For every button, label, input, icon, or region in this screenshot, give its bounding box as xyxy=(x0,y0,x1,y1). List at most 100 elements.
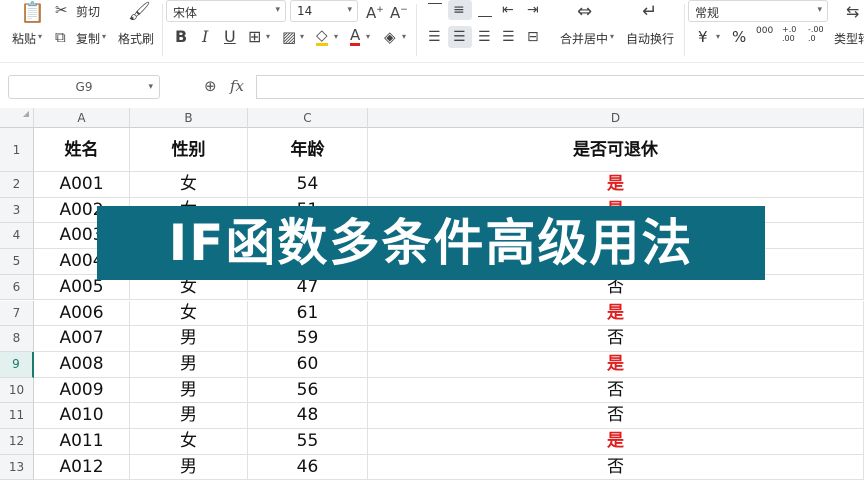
row-header[interactable]: 10 xyxy=(0,377,34,404)
table-cell-c[interactable]: 46 xyxy=(248,454,368,481)
table-cell-b[interactable]: 男 xyxy=(130,326,248,352)
font-size-select[interactable]: 14 ▾ xyxy=(290,0,358,22)
merge-cells-icon: ⇔ xyxy=(577,1,593,22)
table-cell-c[interactable]: 61 xyxy=(248,300,368,327)
justify-icon[interactable]: ☰ xyxy=(502,29,515,45)
table-cell-a[interactable]: A001 xyxy=(34,172,130,198)
table-cell-a[interactable]: A007 xyxy=(34,326,130,352)
column-header-a[interactable]: A xyxy=(34,108,130,128)
table-cell-b[interactable]: 女 xyxy=(130,429,248,455)
table-cell-b[interactable]: 男 xyxy=(130,454,248,481)
table-cell-b[interactable]: 男 xyxy=(130,403,248,429)
table-cell-b[interactable]: 男 xyxy=(130,377,248,404)
thousands-separator-button[interactable]: 000 xyxy=(756,27,773,36)
currency-caret-icon[interactable]: ▾ xyxy=(716,32,720,41)
row-header[interactable]: 7 xyxy=(0,300,34,327)
font-name-select[interactable]: 宋体 ▾ xyxy=(166,0,286,22)
fill-color-caret-icon[interactable]: ▾ xyxy=(334,32,338,41)
font-color-caret-icon[interactable]: ▾ xyxy=(366,32,370,41)
shrink-font-icon[interactable]: A− xyxy=(390,2,408,21)
align-right-icon[interactable]: ☰ xyxy=(478,29,491,45)
decrease-indent-icon[interactable]: ⇤ xyxy=(502,2,514,18)
table-cell-d[interactable]: 是 xyxy=(368,429,864,455)
font-size-value: 14 xyxy=(297,4,313,18)
name-box[interactable]: G9 ▾ xyxy=(8,75,160,99)
select-all-corner[interactable]: ◢ xyxy=(0,108,34,128)
chevron-down-icon: ▾ xyxy=(347,5,352,15)
row-header[interactable]: 8 xyxy=(0,326,34,352)
table-cell-d[interactable]: 是 xyxy=(368,172,864,198)
border-icon[interactable]: ⊞ xyxy=(248,29,261,45)
row-header[interactable]: 2 xyxy=(0,172,34,198)
column-header-d[interactable]: D xyxy=(368,108,864,128)
border-caret-icon[interactable]: ▾ xyxy=(266,32,270,41)
row-header[interactable]: 5 xyxy=(0,249,34,275)
table-cell-a[interactable]: A006 xyxy=(34,300,130,327)
row-header[interactable]: 11 xyxy=(0,403,34,429)
row-header[interactable]: 9 xyxy=(0,351,34,378)
ribbon-divider xyxy=(162,4,163,56)
fill-pattern-caret-icon[interactable]: ▾ xyxy=(300,32,304,41)
header-cell-c[interactable]: 年龄 xyxy=(248,128,368,172)
row-header[interactable]: 3 xyxy=(0,197,34,224)
table-cell-c[interactable]: 55 xyxy=(248,429,368,455)
table-cell-c[interactable]: 56 xyxy=(248,377,368,404)
distributed-align-icon[interactable]: ⊟ xyxy=(527,29,539,45)
eraser-caret-icon[interactable]: ▾ xyxy=(402,32,406,41)
grow-font-icon[interactable]: A+ xyxy=(366,2,384,21)
align-center-icon[interactable]: ☰ xyxy=(453,29,466,45)
table-cell-a[interactable]: A010 xyxy=(34,403,130,429)
table-cell-d[interactable]: 是 xyxy=(368,351,864,378)
eraser-icon[interactable]: ◈ xyxy=(384,29,396,45)
table-cell-c[interactable]: 48 xyxy=(248,403,368,429)
align-left-icon[interactable]: ☰ xyxy=(428,29,441,45)
percent-button[interactable]: % xyxy=(732,28,746,46)
zoom-search-icon[interactable]: ⊕ xyxy=(204,78,217,94)
increase-decimal-button[interactable]: +.0 .00 xyxy=(782,25,802,43)
table-cell-c[interactable]: 60 xyxy=(248,351,368,378)
decrease-decimal-button[interactable]: -.00 .0 xyxy=(808,25,828,43)
table-cell-a[interactable]: A011 xyxy=(34,429,130,455)
table-cell-d[interactable]: 是 xyxy=(368,300,864,327)
align-top-icon[interactable]: ⎺ xyxy=(428,2,442,18)
row-header[interactable]: 13 xyxy=(0,454,34,481)
table-cell-d[interactable]: 否 xyxy=(368,403,864,429)
table-cell-b[interactable]: 女 xyxy=(130,172,248,198)
row-header[interactable]: 1 xyxy=(0,128,34,172)
table-cell-d[interactable]: 否 xyxy=(368,326,864,352)
wrap-text-label: 自动换行 xyxy=(626,32,675,46)
header-cell-d[interactable]: 是否可退休 xyxy=(368,128,864,172)
row-header[interactable]: 6 xyxy=(0,274,34,301)
underline-icon[interactable]: U xyxy=(224,29,236,45)
table-cell-a[interactable]: A008 xyxy=(34,351,130,378)
table-cell-c[interactable]: 59 xyxy=(248,326,368,352)
currency-button[interactable]: ¥ xyxy=(698,28,708,46)
table-cell-b[interactable]: 女 xyxy=(130,300,248,327)
row-header[interactable]: 12 xyxy=(0,429,34,455)
formula-input[interactable] xyxy=(256,75,864,99)
font-color-icon[interactable]: A xyxy=(350,27,361,46)
bold-icon[interactable]: B xyxy=(175,29,187,45)
fill-pattern-icon[interactable]: ▨ xyxy=(282,29,296,45)
header-cell-b[interactable]: 性别 xyxy=(130,128,248,172)
italic-icon[interactable]: I xyxy=(202,29,208,45)
table-cell-b[interactable]: 男 xyxy=(130,351,248,378)
table-cell-d[interactable]: 否 xyxy=(368,377,864,404)
align-middle-icon[interactable]: ≡ xyxy=(453,2,465,18)
column-header-b[interactable]: B xyxy=(130,108,248,128)
clipboard-icon: 📋 xyxy=(20,0,45,24)
table-cell-a[interactable]: A009 xyxy=(34,377,130,404)
table-cell-c[interactable]: 54 xyxy=(248,172,368,198)
fill-color-icon[interactable]: ◇ xyxy=(316,27,328,46)
column-header-c[interactable]: C xyxy=(248,108,368,128)
fx-icon[interactable]: fx xyxy=(230,78,244,94)
number-format-select[interactable]: 常规 ▾ xyxy=(688,0,828,22)
table-cell-d[interactable]: 否 xyxy=(368,454,864,481)
header-cell-a[interactable]: 姓名 xyxy=(34,128,130,172)
type-convert-button[interactable]: 类型转 xyxy=(834,30,864,47)
increase-indent-icon[interactable]: ⇥ xyxy=(527,2,539,18)
row-header[interactable]: 4 xyxy=(0,223,34,250)
scissors-icon: ✂ xyxy=(55,1,68,19)
table-cell-a[interactable]: A012 xyxy=(34,454,130,481)
align-bottom-icon[interactable]: ⎽ xyxy=(478,2,492,18)
